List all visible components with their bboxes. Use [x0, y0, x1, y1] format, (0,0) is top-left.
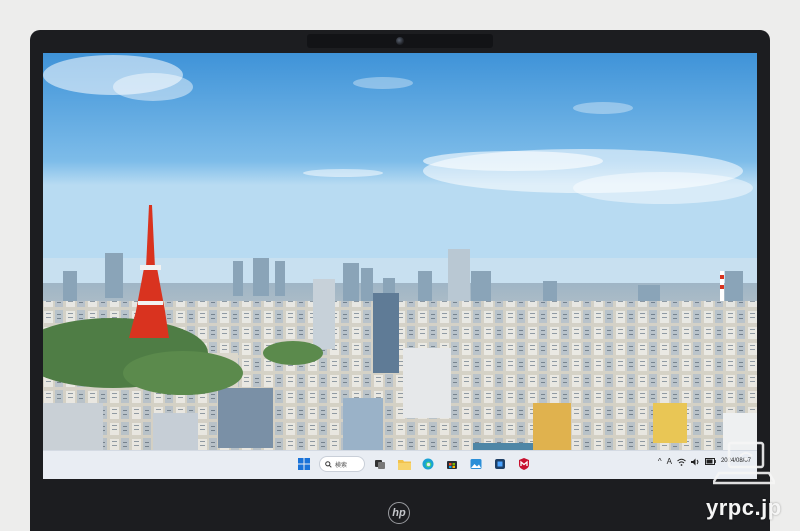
start-icon[interactable] — [295, 455, 313, 473]
photos-icon[interactable] — [467, 455, 485, 473]
security-icon[interactable] — [491, 455, 509, 473]
hp-logo: hp — [388, 502, 410, 524]
store-icon[interactable] — [443, 455, 461, 473]
edge-icon[interactable] — [419, 455, 437, 473]
chevron-up-icon[interactable]: ^ — [658, 457, 662, 466]
search-placeholder: 検索 — [335, 462, 348, 469]
desktop-wallpaper — [43, 53, 757, 479]
laptop-bezel: 検索 ^ A 2024/08/07 hp — [30, 30, 770, 531]
input-language-indicator[interactable]: A — [667, 457, 672, 466]
network-icon[interactable] — [677, 458, 686, 466]
volume-icon[interactable] — [690, 458, 700, 466]
task-view-icon[interactable] — [371, 455, 389, 473]
search-icon — [325, 460, 332, 468]
watermark-text: yrpc.jp — [706, 495, 782, 520]
file-explorer-icon[interactable] — [395, 455, 413, 473]
screen: 検索 ^ A 2024/08/07 — [43, 53, 757, 479]
watermark-laptop-icon — [713, 441, 775, 485]
taskbar: 検索 ^ A 2024/08/07 — [43, 450, 757, 479]
taskbar-apps: 検索 — [295, 455, 533, 473]
mcafee-icon[interactable] — [515, 455, 533, 473]
webcam-bar — [307, 34, 493, 48]
webcam-icon — [396, 37, 404, 45]
search-box[interactable]: 検索 — [319, 456, 365, 472]
